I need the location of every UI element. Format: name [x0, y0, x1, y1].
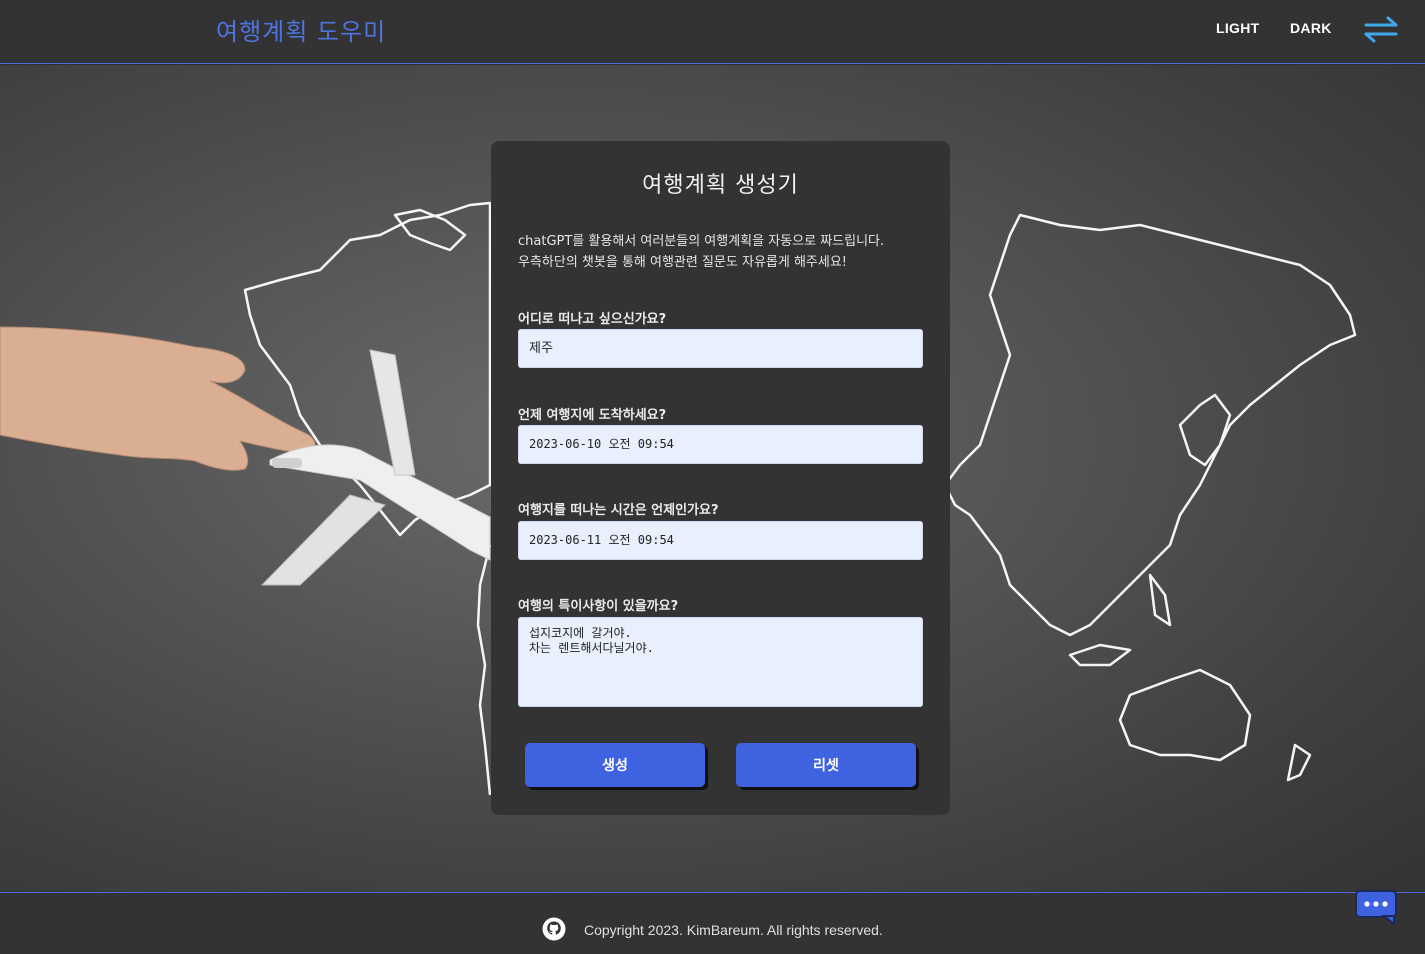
- copyright-text: Copyright 2023. KimBareum. All rights re…: [584, 922, 883, 938]
- airplane-illustration: [260, 349, 491, 586]
- light-theme-link[interactable]: LIGHT: [1216, 20, 1260, 36]
- departure-label: 여행지를 떠나는 시간은 언제인가요?: [518, 503, 719, 518]
- trip-planner-form: 여행계획 생성기 chatGPT를 활용해서 여러분들의 여행계획을 자동으로 …: [491, 141, 950, 815]
- top-navbar: 여행계획 도우미 LIGHT DARK: [0, 0, 1425, 64]
- destination-input[interactable]: 제주: [518, 329, 923, 368]
- site-logo[interactable]: 여행계획 도우미: [216, 12, 386, 47]
- dark-theme-link[interactable]: DARK: [1290, 20, 1332, 36]
- generate-button[interactable]: 생성: [525, 743, 705, 787]
- arrival-datetime-input[interactable]: 2023-06-10 오전 09:54: [518, 425, 923, 464]
- footer: Copyright 2023. KimBareum. All rights re…: [0, 892, 1425, 954]
- notes-textarea[interactable]: 섭지코지에 갈거야. 차는 렌트해서다닐거야.: [518, 617, 923, 707]
- swap-arrows-icon[interactable]: [1362, 14, 1400, 44]
- destination-label: 어디로 떠나고 싶으신가요?: [518, 312, 667, 327]
- github-icon[interactable]: [542, 917, 566, 941]
- notes-label: 여행의 특이사항이 있을까요?: [518, 599, 679, 614]
- form-title: 여행계획 생성기: [642, 173, 799, 198]
- reset-button[interactable]: 리셋: [736, 743, 916, 787]
- departure-datetime-input[interactable]: 2023-06-11 오전 09:54: [518, 521, 923, 560]
- description-line-1: chatGPT를 활용해서 여러분들의 여행계획을 자동으로 짜드립니다.: [518, 234, 885, 249]
- arrival-label: 언제 여행지에 도착하세요?: [518, 408, 667, 423]
- form-description: chatGPT를 활용해서 여러분들의 여행계획을 자동으로 짜드립니다. 우측…: [518, 231, 928, 273]
- chat-bubble-icon[interactable]: [1354, 889, 1398, 925]
- description-line-2: 우측하단의 챗봇을 통해 여행관련 질문도 자유롭게 해주세요!: [518, 255, 848, 270]
